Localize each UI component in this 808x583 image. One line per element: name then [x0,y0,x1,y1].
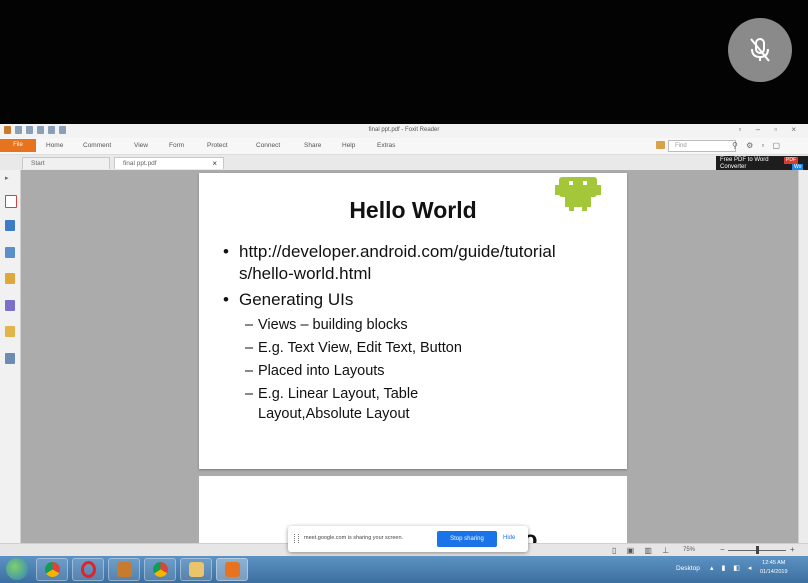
find-input[interactable]: Find [668,140,736,152]
system-tray[interactable]: ▴ ▮ ◧ ◂ [710,564,754,572]
close-tab-icon[interactable]: × [212,158,217,170]
taskbar-foxit[interactable] [216,558,248,581]
menu-form[interactable]: Form [169,142,184,149]
share-message: meet.google.com is sharing your screen. [304,535,404,541]
navigation-panel: ▸ [0,170,21,556]
menu-bar: File Home Comment View Form Protect Conn… [0,138,808,155]
menu-help[interactable]: Help [342,142,355,149]
meet-top-area [0,0,808,124]
menu-comment[interactable]: Comment [83,142,111,149]
windows-taskbar: Desktop ▴ ▮ ◧ ◂ 12:45 AM 01/14/2019 [0,556,808,583]
chrome-icon [44,562,60,577]
zoom-out-icon[interactable]: − [720,545,725,554]
taskbar-archive[interactable] [108,558,140,581]
sub-bullet-item: – Placed into Layouts [223,361,603,381]
taskbar-opera[interactable] [72,558,104,581]
taskbar-chrome-2[interactable] [144,558,176,581]
shared-screen: final ppt.pdf - Foxit Reader ▫ – ▫ × Fil… [0,124,808,583]
sub-bullet-text: E.g. Linear Layout, Table Layout,Absolut… [258,386,419,422]
opera-icon [80,561,96,578]
mic-off-button[interactable] [728,18,792,82]
taskbar-explorer[interactable] [180,558,212,581]
clock-time: 12:45 AM [762,560,786,566]
vertical-scrollbar[interactable] [798,170,808,556]
mic-off-icon [750,38,770,62]
lock-icon[interactable] [5,326,15,337]
tab-final-ppt[interactable]: final ppt.pdf × [114,157,224,169]
find-icon [656,141,665,149]
bullet-item: • Generating UIs [223,289,603,311]
menu-file[interactable]: File [0,139,36,152]
sub-bullet-dash: – [245,386,254,402]
attachment-icon[interactable] [5,300,15,311]
sub-bullet-text: E.g. Text View, Edit Text, Button [258,340,462,356]
layers-icon[interactable] [5,247,15,258]
start-button[interactable] [6,558,28,580]
foxit-icon [224,562,240,577]
menu-extras[interactable]: Extras [377,142,395,149]
desktop-toolbar-label[interactable]: Desktop [676,565,700,572]
sub-bullet-text: Views – building blocks [258,317,408,333]
zoom-level[interactable]: 75% [683,547,695,553]
sub-bullet-dash: – [245,317,254,333]
drag-handle-icon[interactable] [294,534,299,543]
sub-bullet-dash: – [245,340,254,356]
signature-icon[interactable] [5,353,15,364]
page-layout-icons[interactable]: ▯ ▣ ▥ ⊥ [612,546,673,555]
bullet-dot: • [223,290,229,309]
chrome-icon [152,562,168,577]
stop-sharing-button[interactable]: Stop sharing [437,531,497,547]
sub-bullet-dash: – [245,363,254,379]
menu-view[interactable]: View [134,142,148,149]
clock-date: 01/14/2019 [760,569,788,575]
sub-bullet-item: – Views – building blocks [223,315,603,335]
bullet-text: http://developer.android.com/guide/tutor… [239,242,556,283]
slide-bullets: • http://developer.android.com/guide/tut… [223,241,603,427]
title-bar: final ppt.pdf - Foxit Reader ▫ – ▫ × [0,124,808,138]
bullet-item: • http://developer.android.com/guide/tut… [223,241,603,285]
screen-share-bar: meet.google.com is sharing your screen. … [288,526,528,552]
tab-final-ppt-label: final ppt.pdf [123,160,157,167]
folder-icon [188,562,204,577]
taskbar-chrome[interactable] [36,558,68,581]
sub-bullet-text: Placed into Layouts [258,363,385,379]
tab-bar: Start final ppt.pdf × [0,155,808,171]
menu-connect[interactable]: Connect [256,142,280,149]
slide-title: Hello World [349,197,477,223]
hide-button[interactable]: Hide [503,535,515,541]
sub-bullet-item: – E.g. Text View, Edit Text, Button [223,338,603,358]
search-options-icon[interactable]: ⚲ ⚙ ▫ ▢ [732,141,783,150]
ad-badge: PDF [784,157,798,164]
bullet-text: Generating UIs [239,290,354,309]
zoom-in-icon[interactable]: + [790,545,795,554]
window-controls[interactable]: ▫ – ▫ × [739,125,802,134]
pdf-page: Hello World • http://developer.android.c… [199,173,627,469]
zoom-slider-thumb[interactable] [756,546,759,554]
bullet-dot: • [223,242,229,261]
tab-start[interactable]: Start [22,157,110,169]
sub-bullet-item: – E.g. Linear Layout, Table Layout,Absol… [223,384,603,424]
menu-home[interactable]: Home [46,142,63,149]
pages-icon[interactable] [5,220,15,231]
comments-icon[interactable] [5,273,15,284]
expand-panel-icon[interactable]: ▸ [5,174,15,182]
bookmark-icon[interactable] [5,195,17,208]
menu-share[interactable]: Share [304,142,321,149]
clock[interactable]: 12:45 AM 01/14/2019 [760,559,788,577]
tab-start-label: Start [31,160,45,167]
archive-icon [116,562,132,577]
window-title: final ppt.pdf - Foxit Reader [368,127,440,133]
menu-protect[interactable]: Protect [207,142,228,149]
document-viewer[interactable]: Hello World • http://developer.android.c… [21,170,798,566]
